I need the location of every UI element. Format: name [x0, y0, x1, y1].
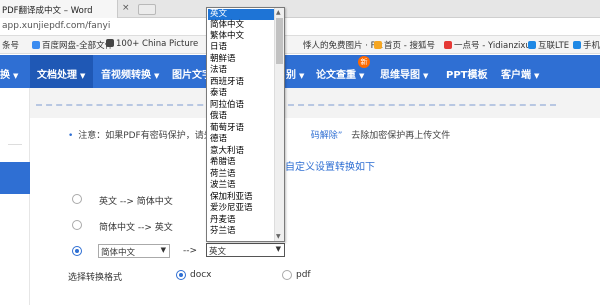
direction-arrow: -->	[183, 246, 198, 256]
dropdown-option[interactable]: 阿拉伯语	[208, 100, 274, 111]
browser-tab[interactable]: PDF翻译成中文 – Word	[0, 0, 118, 18]
sidebar-active-item[interactable]	[0, 162, 30, 194]
radio-docx[interactable]	[176, 270, 186, 280]
bookmark-item[interactable]: 百度网盘-全部文件	[32, 39, 113, 51]
format-docx-label: docx	[190, 270, 212, 280]
upload-area-header	[30, 88, 600, 118]
new-tab-button[interactable]	[138, 4, 156, 15]
dropdown-option[interactable]: 泰语	[208, 88, 274, 99]
left-sidebar	[0, 88, 30, 305]
radio-pdf[interactable]	[282, 270, 292, 280]
bookmark-item[interactable]: 100+ China Picture	[106, 39, 198, 49]
dropdown-option[interactable]: 意大利语	[208, 146, 274, 157]
sidebar-divider	[8, 144, 22, 145]
nav-item-mindmap[interactable]: 思维导图 ▼	[380, 66, 428, 81]
option-en-to-zh-label: 英文 --> 简体中文	[99, 197, 173, 207]
radio-en-to-zh[interactable]	[72, 194, 82, 204]
close-icon[interactable]: ×	[122, 3, 130, 13]
dropdown-option[interactable]: 法语	[208, 65, 274, 76]
dropdown-scrollbar[interactable]: ▲ ▼	[274, 8, 284, 241]
dropdown-option[interactable]: 波兰语	[208, 180, 274, 191]
bookmark-item[interactable]: 条号	[2, 39, 19, 51]
scroll-down-icon[interactable]: ▼	[276, 233, 281, 240]
scrollbar-thumb[interactable]	[276, 18, 283, 64]
chevron-down-icon: ▼	[160, 246, 166, 254]
nav-item-ppt[interactable]: PPT模板	[446, 66, 487, 81]
dropdown-option[interactable]: 西班牙语	[208, 77, 274, 88]
dropdown-option[interactable]: 葡萄牙语	[208, 123, 274, 134]
dropdown-option[interactable]: 荷兰语	[208, 169, 274, 180]
new-badge: 新	[358, 56, 370, 68]
dropdown-option[interactable]: 俄语	[208, 111, 274, 122]
dropdown-option[interactable]: 日语	[208, 42, 274, 53]
nav-item-plagiarism[interactable]: 论文查重 ▼	[316, 66, 364, 81]
dropdown-option[interactable]: 繁体中文	[208, 31, 274, 42]
dropdown-option[interactable]: 英文	[208, 9, 274, 20]
bookmark-item[interactable]: 互联LTE	[528, 39, 569, 51]
bullet-icon: •	[68, 131, 74, 141]
nav-item-doc-processing[interactable]: 文档处理 ▼	[37, 66, 85, 81]
browser-tabbar: PDF翻译成中文 – Word ×	[0, 0, 600, 18]
caret-down-icon: ▼	[423, 72, 429, 80]
caret-down-icon: ▼	[80, 72, 86, 80]
option-zh-to-en-label: 简体中文 --> 英文	[99, 223, 173, 233]
address-bar[interactable]: app.xunjiepdf.com/fanyi	[0, 18, 600, 36]
yidian-icon	[444, 41, 452, 49]
caret-down-icon: ▼	[154, 72, 160, 80]
bookmarks-bar: 条号 百度网盘-全部文件 100+ China Picture 悸人的免费图片 …	[0, 36, 600, 54]
format-pdf-label: pdf	[296, 270, 311, 280]
tab-title: PDF翻译成中文 – Word	[2, 6, 93, 16]
dropdown-option[interactable]: 简体中文	[208, 20, 274, 31]
baidu-icon	[32, 41, 40, 49]
format-label: 选择转换格式	[68, 273, 123, 283]
radio-custom[interactable]	[72, 246, 82, 256]
dropdown-option[interactable]: 朝鲜语	[208, 54, 274, 65]
dropdown-option[interactable]: 希腊语	[208, 157, 274, 168]
dropdown-option[interactable]: 芬兰语	[208, 226, 274, 237]
settings-title: 自定义设置转换如下	[285, 162, 375, 173]
nav-item-av-convert[interactable]: 音视频转换 ▼	[101, 66, 159, 81]
dropdown-option[interactable]: 保加利亚语	[208, 192, 274, 203]
caret-down-icon: ▼	[299, 72, 305, 80]
caret-down-icon: ▼	[13, 72, 19, 80]
bookmark-item[interactable]: 手机数据	[573, 39, 600, 51]
dropdown-option[interactable]: 爱沙尼亚语	[208, 203, 274, 214]
language-dropdown-list[interactable]: 英文 简体中文 繁体中文 日语 朝鲜语 法语 西班牙语 泰语 阿拉伯语 俄语 葡…	[206, 7, 285, 242]
sohu-icon	[374, 41, 382, 49]
lte-icon	[528, 41, 536, 49]
bookmark-item[interactable]: 首页 - 搜狐号	[374, 39, 435, 51]
caret-down-icon: ▼	[359, 72, 365, 80]
bookmark-item[interactable]: 悸人的免费图片 · Pix	[303, 39, 383, 51]
nav-item-convert[interactable]: 换 ▼	[0, 66, 18, 81]
scroll-up-icon[interactable]: ▲	[276, 9, 281, 16]
url-text: app.xunjiepdf.com/fanyi	[2, 21, 111, 31]
unlock-link[interactable]: 码解除”	[311, 131, 343, 141]
dashed-divider	[36, 104, 556, 106]
image-icon	[106, 39, 114, 47]
source-language-select[interactable]: 简体中文 ▼	[98, 244, 170, 258]
chevron-down-icon: ▼	[275, 245, 281, 253]
target-language-select[interactable]: 英文 ▼	[206, 243, 285, 257]
dropdown-option[interactable]: 德语	[208, 134, 274, 145]
caret-down-icon: ▼	[534, 72, 540, 80]
radio-zh-to-en[interactable]	[72, 220, 82, 230]
bookmark-item[interactable]: 一点号 - Yidianzixu	[444, 39, 531, 51]
nav-item-client[interactable]: 客户端 ▼	[501, 66, 539, 81]
nav-item-recognize[interactable]: 别 ▼	[286, 66, 304, 81]
phone-icon	[573, 41, 581, 49]
dropdown-option[interactable]: 丹麦语	[208, 215, 274, 226]
